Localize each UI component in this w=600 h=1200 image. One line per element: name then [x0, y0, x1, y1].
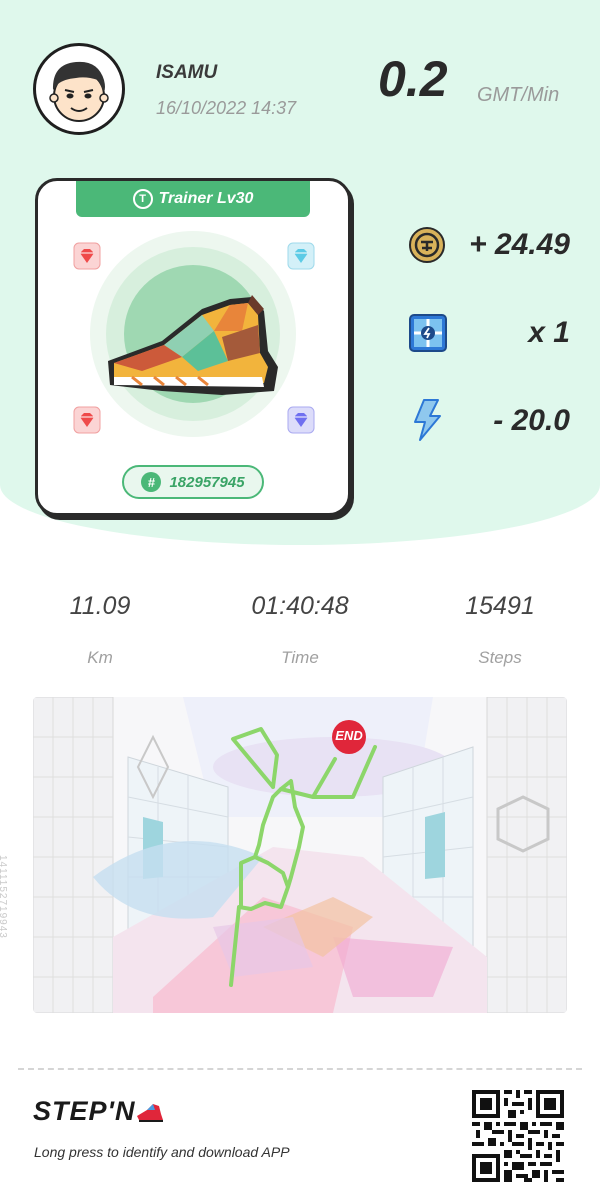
end-marker-label: END — [335, 728, 363, 743]
mystery-box-icon — [409, 314, 447, 352]
user-face-icon — [49, 61, 109, 122]
mystery-box-count: x 1 — [528, 316, 570, 349]
time-value: 01:40:48 — [251, 592, 349, 620]
time-label: Time — [281, 648, 319, 667]
username: ISAMU — [156, 62, 218, 83]
sneaker-id-badge[interactable]: # 182957945 — [122, 465, 264, 499]
steps-label: Steps — [478, 648, 522, 667]
blue-gem-icon — [287, 242, 315, 270]
distance-value: 11.09 — [69, 592, 131, 620]
sneaker-image — [108, 295, 278, 395]
gmt-coin-icon — [409, 227, 445, 263]
route-map-illustration — [33, 697, 567, 1013]
sneaker-type-tab: T Trainer Lv30 — [76, 181, 310, 217]
gmt-reward-value: + 24.49 — [469, 228, 570, 261]
stepn-logo-text: STEP'N — [33, 1096, 136, 1126]
route-map[interactable]: END — [33, 697, 567, 1013]
distance-label: Km — [87, 648, 113, 667]
energy-icon — [414, 399, 441, 441]
steps-value: 15491 — [465, 592, 535, 620]
purple-gem-icon — [287, 406, 315, 434]
earning-rate-value: 0.2 — [378, 51, 448, 107]
sneaker-card[interactable]: T Trainer Lv30 # 182957945 — [35, 178, 351, 516]
hash-icon: # — [141, 472, 162, 492]
earning-rate-unit: GMT/Min — [477, 84, 560, 106]
energy-spent-value: - 20.0 — [493, 404, 570, 437]
download-instructions: Long press to identify and download APP — [34, 1144, 290, 1160]
trainer-icon: T — [132, 189, 153, 209]
map-code: 1411152719943 — [0, 855, 8, 939]
qr-code[interactable] — [472, 1090, 564, 1182]
sneaker-id: 182957945 — [169, 473, 245, 491]
run-date: 16/10/2022 14:37 — [156, 98, 297, 118]
avatar[interactable] — [33, 43, 125, 135]
stepn-logo: STEP'N — [33, 1096, 165, 1127]
red-gem-icon — [73, 242, 101, 270]
sneaker-logo-icon — [137, 1103, 164, 1122]
red-gem-icon — [73, 406, 101, 434]
sneaker-type-label: Trainer Lv30 — [158, 190, 254, 207]
footer-divider — [18, 1068, 582, 1070]
